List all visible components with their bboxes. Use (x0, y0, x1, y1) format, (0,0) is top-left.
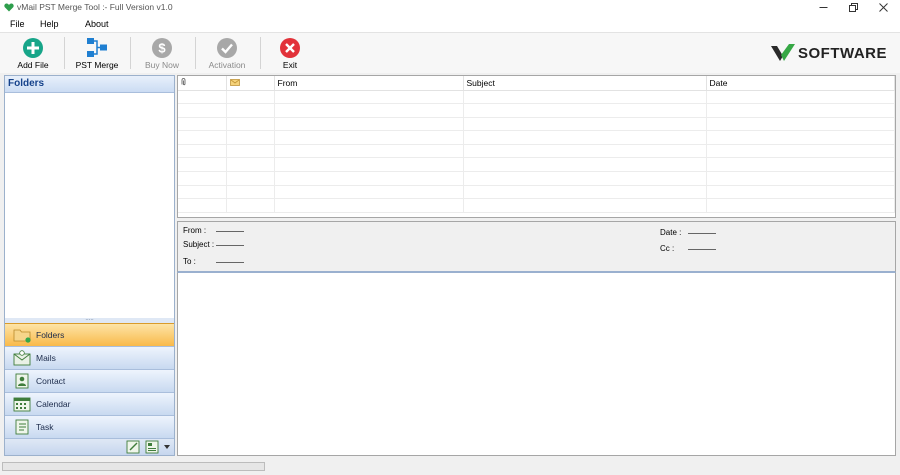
nav-folders[interactable]: Folders (5, 323, 174, 346)
chevron-down-icon[interactable] (164, 445, 170, 450)
checkmark-icon (217, 38, 237, 58)
nav-contact-label: Contact (36, 376, 66, 386)
pst-merge-label: PST Merge (75, 60, 119, 70)
status-bar (0, 458, 900, 475)
title-bar: vMail PST Merge Tool :- Full Version v1.… (0, 0, 900, 15)
from-value (216, 231, 244, 232)
to-value (216, 262, 244, 263)
close-icon (878, 3, 888, 12)
email-grid: From Subject Date (178, 76, 895, 213)
calendar-icon (13, 397, 31, 412)
nav-contact[interactable]: Contact (5, 369, 174, 392)
nav-task[interactable]: Task (5, 415, 174, 438)
menu-file[interactable]: File (10, 19, 25, 29)
contact-icon (15, 373, 29, 389)
logo-text: SOFTWARE (798, 44, 887, 62)
subject-column-header[interactable]: Subject (463, 76, 707, 91)
table-row[interactable] (178, 117, 895, 132)
logo-v-icon (771, 44, 795, 61)
toolbar-divider (130, 37, 131, 69)
folders-title: Folders (5, 76, 174, 93)
minimize-icon (819, 7, 827, 8)
buy-now-label: Buy Now (144, 60, 179, 70)
cc-value (688, 249, 716, 250)
folder-tree[interactable] (5, 94, 174, 318)
window-title: vMail PST Merge Tool :- Full Version v1.… (17, 2, 173, 12)
maximize-button[interactable] (836, 0, 870, 15)
table-row[interactable] (178, 198, 895, 213)
table-row[interactable] (178, 103, 895, 118)
exit-icon (280, 38, 300, 58)
minimize-button[interactable] (806, 0, 840, 15)
from-label: From : (183, 226, 207, 235)
nav-folders-label: Folders (36, 330, 65, 340)
subject-label: Subject : (183, 240, 215, 249)
nav-calendar-label: Calendar (36, 399, 71, 409)
close-window-button[interactable] (866, 0, 900, 15)
brand-logo: SOFTWARE (770, 41, 887, 65)
paperclip-icon (181, 77, 186, 85)
cc-label: Cc : (660, 244, 675, 253)
exit-button[interactable]: Exit (262, 35, 318, 71)
buy-now-button[interactable]: $ Buy Now (134, 35, 190, 71)
folder-icon (13, 329, 31, 343)
mail-icon (13, 350, 31, 366)
table-row[interactable] (178, 171, 895, 186)
activation-label: Activation (208, 60, 246, 70)
toolbar-divider (260, 37, 261, 69)
pst-merge-button[interactable]: PST Merge (69, 35, 125, 71)
table-row[interactable] (178, 130, 895, 145)
toolbar-divider (195, 37, 196, 69)
message-header: From : Subject : To : Date : Cc : (177, 221, 896, 273)
nav-calendar[interactable]: Calendar (5, 392, 174, 415)
table-row[interactable] (178, 90, 895, 105)
nav-mails-label: Mails (36, 353, 56, 363)
svg-text:$: $ (158, 41, 166, 56)
nav-mails[interactable]: Mails (5, 346, 174, 369)
notes-icon[interactable] (126, 440, 140, 454)
nav-task-label: Task (36, 422, 54, 432)
add-file-label: Add File (17, 60, 49, 70)
dollar-icon: $ (152, 38, 172, 58)
read-status-column-header[interactable] (226, 76, 275, 91)
journal-icon[interactable] (145, 440, 159, 454)
exit-label: Exit (282, 60, 298, 70)
to-label: To : (183, 257, 196, 266)
toolbar: Add File PST Merge $ Buy Now Activation (0, 32, 900, 73)
table-row[interactable] (178, 185, 895, 200)
message-body[interactable] (177, 273, 896, 456)
table-row[interactable] (178, 144, 895, 159)
activation-button[interactable]: Activation (199, 35, 255, 71)
merge-icon (87, 38, 107, 57)
subject-value (216, 245, 244, 246)
table-row[interactable] (178, 157, 895, 173)
from-column-header[interactable]: From (274, 76, 464, 91)
folder-pane: Folders ..... Folders Mails Contact Cale… (4, 75, 175, 456)
add-file-button[interactable]: Add File (5, 35, 61, 71)
date-label: Date : (660, 228, 682, 237)
menu-help[interactable]: Help (40, 19, 59, 29)
date-column-header[interactable]: Date (706, 76, 895, 91)
email-list: From Subject Date (177, 75, 896, 218)
restore-icon (848, 3, 858, 12)
toolbar-divider (64, 37, 65, 69)
add-file-icon (23, 38, 43, 58)
app-heart-icon (4, 3, 14, 12)
column-header-row: From Subject Date (178, 76, 895, 91)
attachment-column-header[interactable] (178, 76, 227, 91)
nav-footer (5, 438, 174, 455)
progress-bar (2, 462, 265, 471)
menu-bar: File Help About (0, 15, 900, 32)
task-icon (15, 419, 29, 435)
date-value (688, 233, 716, 234)
menu-about[interactable]: About (85, 19, 109, 29)
envelope-icon (229, 78, 240, 86)
